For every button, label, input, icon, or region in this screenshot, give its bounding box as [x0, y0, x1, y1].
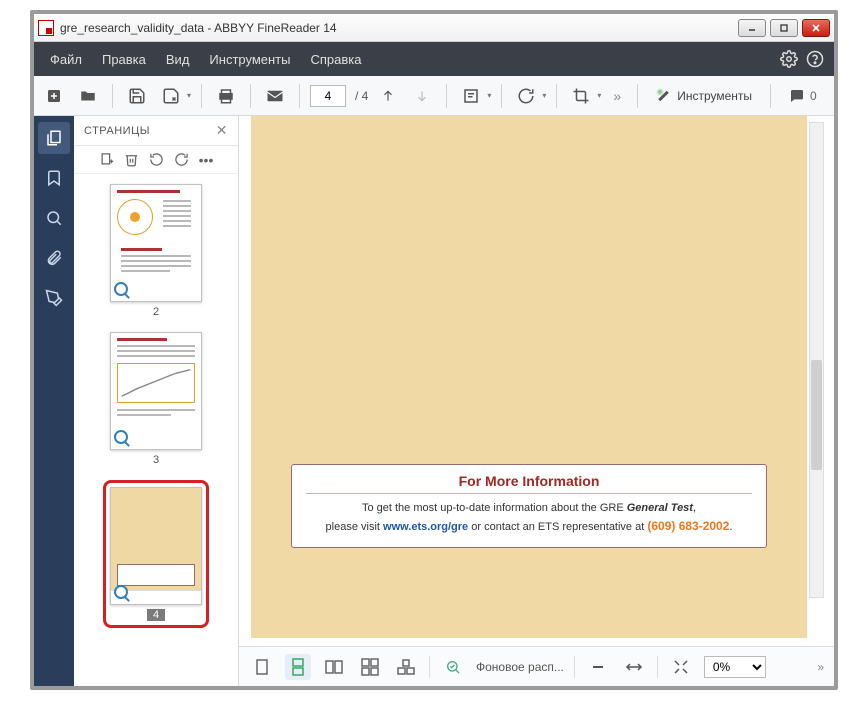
recognition-mode-label[interactable]: Фоновое расп... [476, 660, 564, 674]
viewstrip-overflow[interactable]: » [817, 660, 824, 674]
save-button[interactable] [123, 82, 151, 110]
help-icon[interactable] [802, 46, 828, 72]
thumbnail-page-3[interactable]: 3 [110, 332, 202, 466]
menu-help[interactable]: Справка [300, 46, 371, 73]
rail-signature[interactable] [38, 282, 70, 314]
maximize-button[interactable] [770, 19, 798, 37]
panel-more-icon[interactable]: ••• [199, 152, 214, 168]
thumbnails-list: 2 3 [74, 174, 238, 686]
menu-tools[interactable]: Инструменты [199, 46, 300, 73]
rotate-right-icon[interactable] [174, 152, 189, 167]
thumbnail-number: 4 [147, 609, 165, 621]
next-page-button[interactable] [408, 82, 436, 110]
view-cover[interactable] [393, 654, 419, 680]
content-area: СТРАНИЦЫ ✕ ••• [34, 116, 834, 686]
settings-icon[interactable] [776, 46, 802, 72]
pages-panel-header: СТРАНИЦЫ ✕ [74, 116, 238, 146]
vertical-scrollbar[interactable] [809, 122, 824, 598]
rotate-left-icon[interactable] [149, 152, 164, 167]
view-single-page[interactable] [249, 654, 275, 680]
comments-count: 0 [810, 89, 817, 103]
view-two-page[interactable] [321, 654, 347, 680]
recognize-button[interactable] [457, 82, 485, 110]
thumbnail-page-4[interactable]: 4 [103, 480, 209, 628]
menu-edit[interactable]: Правка [92, 46, 156, 73]
view-strip: Фоновое расп... 0% » [239, 646, 834, 686]
pages-panel: СТРАНИЦЫ ✕ ••• [74, 116, 239, 686]
dropdown-icon[interactable]: ▾ [487, 91, 491, 100]
viewer-wrap: For More Information To get the most up-… [239, 116, 834, 686]
page-total-label: / 4 [355, 89, 368, 103]
dropdown-icon[interactable]: ▾ [187, 91, 191, 100]
window-title: gre_research_validity_data - ABBYY FineR… [60, 21, 738, 35]
info-body: To get the most up-to-date information a… [306, 500, 752, 535]
delete-page-icon[interactable] [124, 152, 139, 167]
document-viewer[interactable]: For More Information To get the most up-… [239, 116, 834, 646]
dropdown-icon[interactable]: ▾ [542, 91, 546, 100]
window-controls [738, 19, 830, 37]
open-button[interactable] [74, 82, 102, 110]
wand-icon [656, 88, 672, 104]
toolbar-overflow[interactable]: » [607, 88, 627, 104]
save-as-button[interactable] [157, 82, 185, 110]
dropdown-icon[interactable]: ▾ [597, 91, 601, 100]
pages-panel-title: СТРАНИЦЫ [84, 125, 150, 137]
close-button[interactable] [802, 19, 830, 37]
thumbnail-number: 2 [153, 306, 159, 318]
menubar: Файл Правка Вид Инструменты Справка [34, 42, 834, 76]
rail-bookmarks[interactable] [38, 162, 70, 194]
tools-toggle[interactable]: Инструменты [648, 82, 760, 110]
close-panel-icon[interactable]: ✕ [216, 122, 228, 139]
app-logo-icon [38, 20, 54, 36]
page-number-input[interactable] [310, 85, 346, 107]
toolbar: ▾ / 4 ▾ ▾ ▾ » Инструменты 0 [34, 76, 834, 116]
info-title: For More Information [306, 473, 752, 494]
window-frame: gre_research_validity_data - ABBYY FineR… [30, 10, 838, 690]
info-box: For More Information To get the most up-… [291, 464, 767, 548]
fit-page-button[interactable] [668, 654, 694, 680]
crop-button[interactable] [567, 82, 595, 110]
zoom-out-button[interactable] [585, 654, 611, 680]
menu-file[interactable]: Файл [40, 46, 92, 73]
minimize-button[interactable] [738, 19, 766, 37]
zoom-select[interactable]: 0% [704, 656, 766, 678]
status-badge-icon [114, 430, 130, 446]
view-two-continuous[interactable] [357, 654, 383, 680]
add-page-button[interactable] [40, 82, 68, 110]
rotate-button[interactable] [512, 82, 540, 110]
fit-width-button[interactable] [621, 654, 647, 680]
comment-icon [789, 88, 805, 104]
thumbnail-page-2[interactable]: 2 [110, 184, 202, 318]
titlebar: gre_research_validity_data - ABBYY FineR… [34, 14, 834, 42]
left-rail [34, 116, 74, 686]
thumbnail-number: 3 [153, 454, 159, 466]
add-page-icon[interactable] [99, 152, 114, 167]
pages-panel-tools: ••• [74, 146, 238, 174]
status-badge-icon [114, 585, 130, 601]
rail-attachments[interactable] [38, 242, 70, 274]
rail-search[interactable] [38, 202, 70, 234]
tools-label: Инструменты [677, 89, 752, 103]
scrollbar-thumb[interactable] [811, 360, 822, 470]
rail-pages[interactable] [38, 122, 70, 154]
print-button[interactable] [212, 82, 240, 110]
prev-page-button[interactable] [374, 82, 402, 110]
email-button[interactable] [261, 82, 289, 110]
menu-view[interactable]: Вид [156, 46, 200, 73]
comments-button[interactable]: 0 [781, 82, 825, 110]
status-badge-icon [114, 282, 130, 298]
recognition-mode-icon[interactable] [440, 654, 466, 680]
view-continuous[interactable] [285, 654, 311, 680]
page-canvas: For More Information To get the most up-… [251, 116, 807, 638]
